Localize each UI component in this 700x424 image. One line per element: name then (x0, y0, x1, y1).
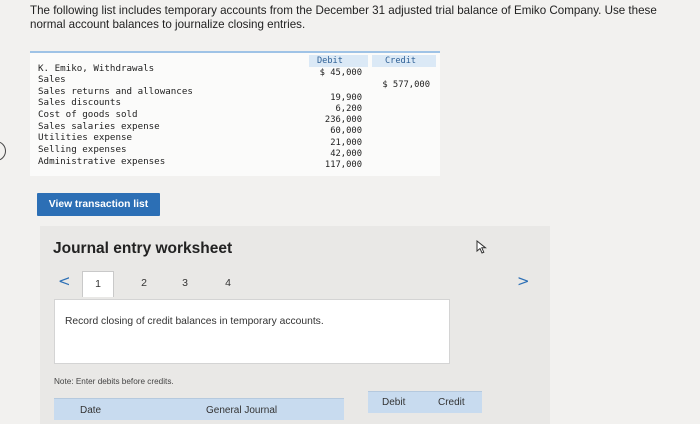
account-name: K. Emiko, Withdrawals (38, 63, 155, 74)
account-debit: 6,200 (335, 104, 362, 114)
account-name: Utilities expense (38, 132, 133, 143)
entry-instruction: Record closing of credit balances in tem… (65, 316, 324, 327)
account-debit: 19,900 (330, 93, 362, 103)
account-name: Sales (38, 74, 66, 85)
tab-content-panel: Record closing of credit balances in tem… (54, 299, 450, 364)
debit-column-header: Debit (317, 56, 343, 66)
debit-column-header: Debit (382, 397, 406, 408)
account-name: Cost of goods sold (38, 109, 138, 120)
instructions-line-1: The following list includes temporary ac… (30, 4, 657, 17)
account-debit: 60,000 (330, 126, 362, 136)
account-name: Sales salaries expense (38, 121, 160, 132)
view-transaction-list-button[interactable]: View transaction list (37, 193, 160, 216)
account-debit: 42,000 (330, 149, 362, 159)
account-name: Selling expenses (38, 144, 127, 155)
account-debit: 117,000 (324, 160, 362, 170)
account-name: Sales discounts (38, 97, 121, 108)
tab-2[interactable]: 2 (128, 271, 160, 297)
credit-column-header: Credit (438, 397, 465, 408)
account-name: Administrative expenses (38, 156, 166, 167)
mouse-pointer-icon (476, 240, 487, 254)
tab-1[interactable]: 1 (82, 271, 114, 297)
account-debit: 21,000 (330, 138, 362, 148)
journal-header-right: Debit Credit (368, 391, 482, 413)
journal-entry-worksheet: Journal entry worksheet < 1 2 3 4 > Reco… (40, 226, 550, 424)
chevron-left-icon[interactable]: < (58, 272, 71, 290)
account-name: Sales returns and allowances (38, 86, 193, 97)
worksheet-title: Journal entry worksheet (53, 240, 233, 257)
note-text: Note: Enter debits before credits. (54, 377, 174, 386)
chevron-right-icon[interactable]: > (517, 272, 530, 290)
account-debit: 236,000 (324, 115, 362, 125)
account-credit: $ 577,000 (382, 80, 430, 90)
instructions-text: The following list includes temporary ac… (30, 4, 695, 32)
general-journal-column-header: General Journal (206, 405, 278, 416)
tab-3[interactable]: 3 (169, 271, 201, 297)
instructions-line-2: normal account balances to journalize cl… (30, 18, 306, 31)
page-edge-bracket (0, 141, 6, 161)
trial-balance-table: Debit Credit K. Emiko, Withdrawals $ 45,… (30, 51, 440, 176)
journal-header-left: Date General Journal (54, 398, 344, 420)
account-debit: $ 45,000 (319, 68, 362, 78)
tab-4[interactable]: 4 (212, 271, 244, 297)
date-column-header: Date (80, 405, 102, 416)
credit-column-header: Credit (385, 56, 417, 66)
